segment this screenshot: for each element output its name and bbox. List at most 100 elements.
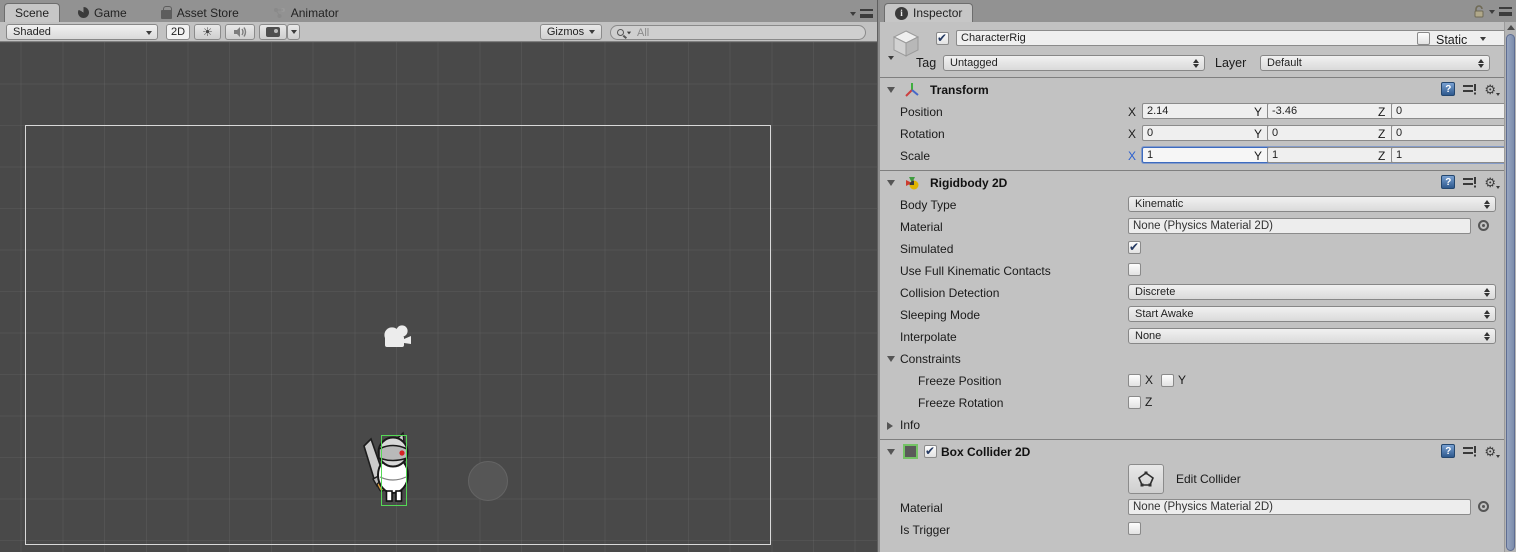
sleeping-mode-value: Start Awake — [1135, 308, 1194, 320]
inspector-scrollbar[interactable] — [1504, 22, 1516, 552]
help-icon[interactable]: ? — [1441, 444, 1456, 458]
freeze-x-label: X — [1145, 373, 1154, 387]
freeze-y-label: Y — [1178, 373, 1187, 387]
popup-arrows-icon — [1478, 59, 1485, 68]
scrollbar-thumb[interactable] — [1506, 34, 1515, 551]
help-icon[interactable]: ? — [1441, 175, 1456, 189]
kinematic-contacts-checkbox[interactable] — [1128, 263, 1141, 276]
info-foldout[interactable]: Info — [880, 414, 1504, 436]
position-z-input[interactable] — [1391, 103, 1516, 119]
scene-effects-button[interactable] — [259, 24, 287, 40]
bc-material-field[interactable]: None (Physics Material 2D) — [1128, 499, 1471, 515]
axis-z-label: Z — [1378, 105, 1386, 119]
kinematic-contacts-label: Use Full Kinematic Contacts — [900, 264, 1051, 278]
constraints-foldout[interactable]: Constraints — [880, 348, 1504, 370]
gear-icon[interactable]: ⚙ — [1484, 445, 1500, 458]
rb-material-value: None (Physics Material 2D) — [1133, 220, 1273, 232]
search-placeholder: All — [637, 26, 650, 39]
foldout-open-icon[interactable] — [887, 448, 895, 455]
tab-game-label: Game — [94, 5, 127, 20]
boxcollider2d-header[interactable]: Box Collider 2D ? ⚙ — [880, 440, 1504, 463]
rb-material-field[interactable]: None (Physics Material 2D) — [1128, 218, 1471, 234]
scrollbar-up-arrow-icon[interactable] — [1505, 22, 1516, 33]
active-checkbox[interactable] — [936, 31, 949, 45]
scene-viewport[interactable] — [0, 42, 877, 552]
tab-game[interactable]: Game — [68, 3, 137, 22]
static-dropdown-caret[interactable] — [1480, 37, 1486, 41]
popup-arrows-icon — [1484, 288, 1491, 297]
tab-inspector-label: Inspector — [913, 6, 963, 20]
rotation-z-input[interactable] — [1391, 125, 1516, 141]
boxcollider2d-component: Box Collider 2D ? ⚙ — [880, 440, 1504, 544]
tab-asset-store[interactable]: Asset Store — [151, 3, 249, 22]
collision-detection-label: Collision Detection — [900, 286, 1000, 300]
scene-search-input[interactable]: All — [610, 25, 866, 40]
preset-icon[interactable] — [1463, 445, 1477, 457]
freeze-position-row: Freeze Position X Y — [880, 370, 1504, 392]
gizmos-dropdown[interactable]: Gizmos — [540, 24, 602, 40]
2d-mode-button[interactable]: 2D — [166, 24, 190, 40]
collision-detection-dropdown[interactable]: Discrete — [1128, 284, 1496, 300]
scale-z-input[interactable] — [1391, 147, 1516, 163]
object-picker-icon[interactable] — [1478, 220, 1489, 231]
body-type-value: Kinematic — [1135, 198, 1184, 210]
interpolate-dropdown[interactable]: None — [1128, 328, 1496, 344]
freeze-position-y-checkbox[interactable] — [1161, 373, 1175, 387]
freeze-position-x-checkbox[interactable] — [1128, 373, 1141, 387]
sun-icon: ☀ — [202, 25, 213, 39]
scene-tabstrip: Scene Game Asset Store Animator — [0, 0, 877, 22]
freeze-z-label: Z — [1145, 395, 1153, 409]
preset-icon[interactable] — [1463, 176, 1477, 188]
scene-circle-object[interactable] — [468, 461, 508, 501]
transform-header[interactable]: Transform ? ⚙ — [880, 78, 1504, 101]
edit-collider-row: Edit Collider — [880, 463, 1504, 497]
static-checkbox[interactable] — [1417, 32, 1430, 45]
axis-z-label: Z — [1378, 149, 1386, 163]
popup-arrows-icon — [1484, 310, 1491, 319]
sleeping-mode-dropdown[interactable]: Start Awake — [1128, 306, 1496, 322]
is-trigger-row: Is Trigger — [880, 519, 1504, 541]
edit-collider-button[interactable] — [1128, 464, 1164, 494]
simulated-checkbox[interactable] — [1128, 240, 1141, 254]
freeze-position-label: Freeze Position — [918, 374, 1002, 388]
scale-row: Scale X Y Z — [880, 145, 1516, 167]
tag-label: Tag — [916, 56, 937, 70]
body-type-dropdown[interactable]: Kinematic — [1128, 196, 1496, 212]
collision-detection-value: Discrete — [1135, 286, 1176, 298]
tab-animator[interactable]: Animator — [263, 3, 349, 22]
scene-effects-dropdown[interactable] — [287, 24, 300, 40]
tab-inspector[interactable]: i Inspector — [884, 3, 974, 22]
gameobject-cube-icon[interactable] — [892, 29, 920, 57]
gear-icon[interactable]: ⚙ — [1484, 176, 1500, 189]
help-icon[interactable]: ? — [1441, 82, 1456, 96]
layer-dropdown[interactable]: Default — [1260, 55, 1490, 71]
scene-audio-button[interactable] — [225, 24, 255, 40]
gear-icon[interactable]: ⚙ — [1484, 83, 1500, 96]
bc-material-label: Material — [900, 501, 943, 515]
freeze-rotation-z-checkbox[interactable] — [1128, 395, 1141, 409]
inspector-tab-dropdown-icon[interactable] — [1489, 9, 1495, 14]
preset-icon[interactable] — [1463, 83, 1477, 95]
inspector-tab-menu-icon[interactable] — [1499, 7, 1512, 16]
bc-material-row: Material None (Physics Material 2D) — [880, 497, 1504, 519]
is-trigger-checkbox[interactable] — [1128, 522, 1141, 535]
tab-scene[interactable]: Scene — [4, 3, 61, 22]
rigidbody2d-header[interactable]: Rigidbody 2D ? ⚙ — [880, 171, 1504, 194]
scene-tab-dropdown-icon[interactable] — [850, 11, 856, 16]
transform-component: Transform ? ⚙ Position X Y — [880, 78, 1516, 171]
foldout-open-icon[interactable] — [887, 179, 895, 186]
icon-picker-caret[interactable] — [888, 56, 894, 60]
shading-mode-dropdown[interactable]: Shaded — [6, 24, 158, 40]
foldout-open-icon — [887, 356, 895, 362]
camera-gizmo-icon[interactable] — [383, 323, 412, 351]
axis-y-label: Y — [1254, 105, 1263, 119]
tag-dropdown[interactable]: Untagged — [943, 55, 1205, 71]
collider-enabled-checkbox[interactable] — [924, 444, 937, 458]
foldout-open-icon[interactable] — [887, 86, 895, 93]
lock-icon[interactable] — [1473, 5, 1485, 18]
object-picker-icon[interactable] — [1478, 501, 1489, 512]
scene-lighting-button[interactable]: ☀ — [194, 24, 221, 40]
scene-tab-menu-icon[interactable] — [860, 9, 873, 18]
rb-material-row: Material None (Physics Material 2D) — [880, 216, 1504, 238]
gameobject-name-input[interactable] — [956, 30, 1516, 46]
